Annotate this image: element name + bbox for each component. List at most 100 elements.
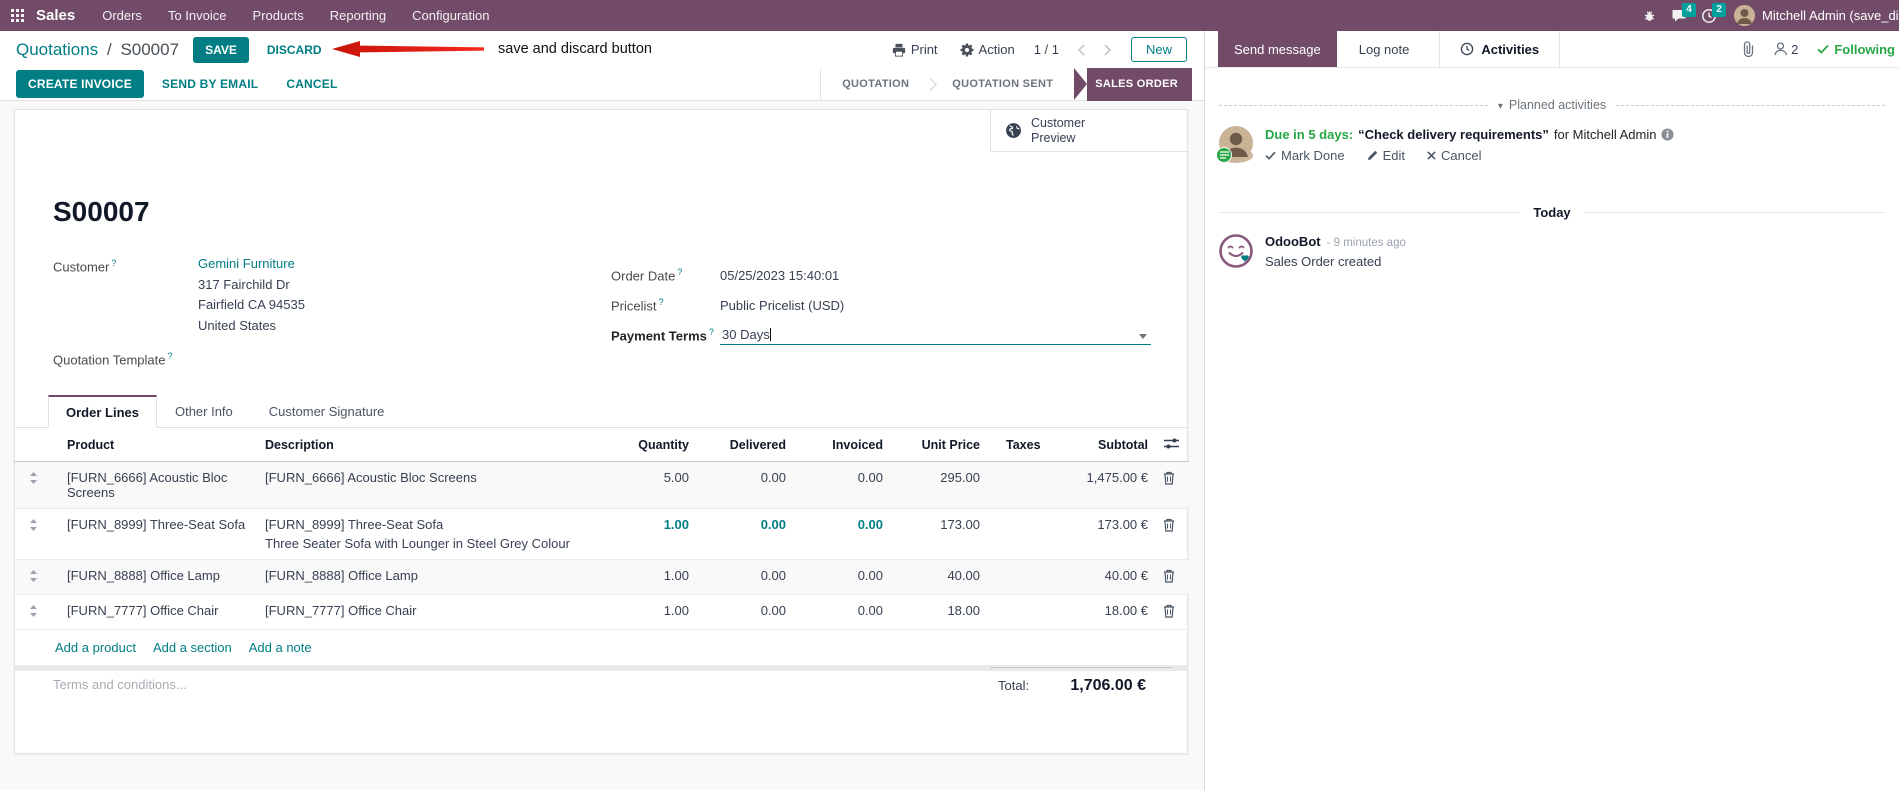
send-message-button[interactable]: Send message [1218,31,1337,67]
app-name[interactable]: Sales [36,7,75,24]
taxes-cell[interactable] [994,594,1061,630]
product-cell[interactable]: [FURN_6666] Acoustic Bloc Screens [51,461,265,509]
tab-customer-signature[interactable]: Customer Signature [251,395,403,428]
dropdown-caret-icon[interactable] [1139,333,1147,339]
menu-configuration[interactable]: Configuration [399,0,502,31]
activities-systray[interactable]: 2 [1694,0,1726,31]
cancel-button[interactable]: CANCEL [276,71,347,97]
edit-activity-button[interactable]: Edit [1367,148,1405,163]
quantity-cell[interactable]: 5.00 [575,461,703,509]
pager-next-icon[interactable] [1095,37,1121,63]
pricelist-value[interactable]: Public Pricelist (USD) [720,298,844,313]
quantity-cell[interactable]: 1.00 [575,508,703,560]
tab-order-lines[interactable]: Order Lines [48,395,157,428]
customer-link[interactable]: Gemini Furniture [198,256,305,271]
messages-systray[interactable]: 4 [1664,0,1696,31]
invoiced-column-header[interactable]: Invoiced [800,428,897,462]
description-cell[interactable]: [FURN_8999] Three-Seat Sofa Three Seater… [265,508,575,560]
menu-products[interactable]: Products [239,0,316,31]
menu-orders[interactable]: Orders [89,0,155,31]
invoiced-cell[interactable]: 0.00 [800,461,897,509]
delivered-cell[interactable]: 0.00 [703,508,800,560]
send-by-email-button[interactable]: SEND BY EMAIL [152,71,268,97]
product-cell[interactable]: [FURN_7777] Office Chair [51,594,265,630]
following-button[interactable]: Following [1817,42,1895,57]
order-date-value[interactable]: 05/25/2023 15:40:01 [720,268,839,283]
save-button[interactable]: SAVE [193,36,249,63]
taxes-cell[interactable] [994,461,1061,509]
unit-price-cell[interactable]: 18.00 [897,594,994,630]
attach-files-button[interactable] [1741,41,1755,57]
description-cell[interactable]: [FURN_6666] Acoustic Bloc Screens [265,461,575,509]
product-column-header[interactable]: Product [51,428,265,462]
quantity-cell[interactable]: 1.00 [575,559,703,595]
delivered-column-header[interactable]: Delivered [703,428,800,462]
menu-reporting[interactable]: Reporting [317,0,399,31]
taxes-cell[interactable] [994,508,1061,560]
message-author[interactable]: OdooBot [1265,234,1321,249]
cancel-activity-button[interactable]: Cancel [1427,148,1481,163]
delivered-cell[interactable]: 0.00 [703,559,800,595]
delivered-cell[interactable]: 0.00 [703,461,800,509]
description-cell[interactable]: [FURN_7777] Office Chair [265,594,575,630]
print-button[interactable]: Print [881,42,949,57]
taxes-cell[interactable] [994,559,1061,595]
order-line-row[interactable]: [FURN_8888] Office Lamp [FURN_8888] Offi… [15,559,1189,595]
delivered-cell[interactable]: 0.00 [703,594,800,630]
help-icon[interactable]: ? [168,351,173,361]
user-menu[interactable]: Mitchell Admin (save_discard [1734,0,1899,31]
unit-price-cell[interactable]: 173.00 [897,508,994,560]
drag-handle-icon[interactable] [15,559,51,595]
terms-and-conditions-field[interactable]: Terms and conditions... [53,677,187,692]
add-product-link[interactable]: Add a product [55,640,136,655]
menu-to-invoice[interactable]: To Invoice [155,0,240,31]
quantity-column-header[interactable]: Quantity [575,428,703,462]
activities-button[interactable]: Activities [1439,31,1561,67]
info-icon[interactable] [1661,128,1675,141]
description-cell[interactable]: [FURN_8888] Office Lamp [265,559,575,595]
invoiced-cell[interactable]: 0.00 [800,508,897,560]
delete-line-button[interactable] [1163,518,1175,535]
followers-button[interactable]: 2 [1774,42,1798,57]
tab-other-info[interactable]: Other Info [157,395,251,428]
stage-quotation[interactable]: QUOTATION [827,68,924,101]
help-icon[interactable]: ? [677,267,682,277]
invoiced-cell[interactable]: 0.00 [800,594,897,630]
stage-sales-order[interactable]: SALES ORDER [1087,67,1192,101]
help-icon[interactable]: ? [709,327,714,337]
action-button[interactable]: Action [949,42,1026,57]
unit-price-cell[interactable]: 40.00 [897,559,994,595]
help-icon[interactable]: ? [111,258,116,268]
create-invoice-button[interactable]: CREATE INVOICE [16,70,144,98]
drag-handle-icon[interactable] [15,594,51,630]
taxes-column-header[interactable]: Taxes [994,428,1061,462]
payment-terms-input[interactable]: 30 Days [720,326,1151,345]
drag-handle-icon[interactable] [15,461,51,509]
product-cell[interactable]: [FURN_8999] Three-Seat Sofa [51,508,265,560]
stage-quotation-sent[interactable]: QUOTATION SENT [937,68,1068,101]
delete-line-button[interactable] [1163,471,1175,488]
add-note-link[interactable]: Add a note [249,640,312,655]
debug-bug-icon[interactable] [1634,0,1664,31]
drag-handle-icon[interactable] [15,508,51,560]
add-section-link[interactable]: Add a section [153,640,232,655]
customer-preview-button[interactable]: Customer Preview [990,110,1187,152]
unit-price-column-header[interactable]: Unit Price [897,428,994,462]
breadcrumb-quotations[interactable]: Quotations [16,40,98,59]
invoiced-cell[interactable]: 0.00 [800,559,897,595]
product-cell[interactable]: [FURN_8888] Office Lamp [51,559,265,595]
discard-button[interactable]: DISCARD [259,38,330,62]
delete-line-button[interactable] [1163,569,1175,586]
quantity-cell[interactable]: 1.00 [575,594,703,630]
apps-menu-icon[interactable] [0,0,34,31]
help-icon[interactable]: ? [659,297,664,307]
subtotal-column-header[interactable]: Subtotal [1061,428,1148,462]
order-line-row[interactable]: [FURN_6666] Acoustic Bloc Screens [FURN_… [15,461,1189,509]
planned-activities-header[interactable]: ▾ Planned activities [1205,98,1899,112]
mark-done-button[interactable]: Mark Done [1265,148,1345,163]
new-button[interactable]: New [1130,37,1187,62]
log-note-button[interactable]: Log note [1343,31,1426,67]
order-line-row[interactable]: [FURN_7777] Office Chair [FURN_7777] Off… [15,594,1189,630]
order-line-row[interactable]: [FURN_8999] Three-Seat Sofa [FURN_8999] … [15,508,1189,560]
unit-price-cell[interactable]: 295.00 [897,461,994,509]
